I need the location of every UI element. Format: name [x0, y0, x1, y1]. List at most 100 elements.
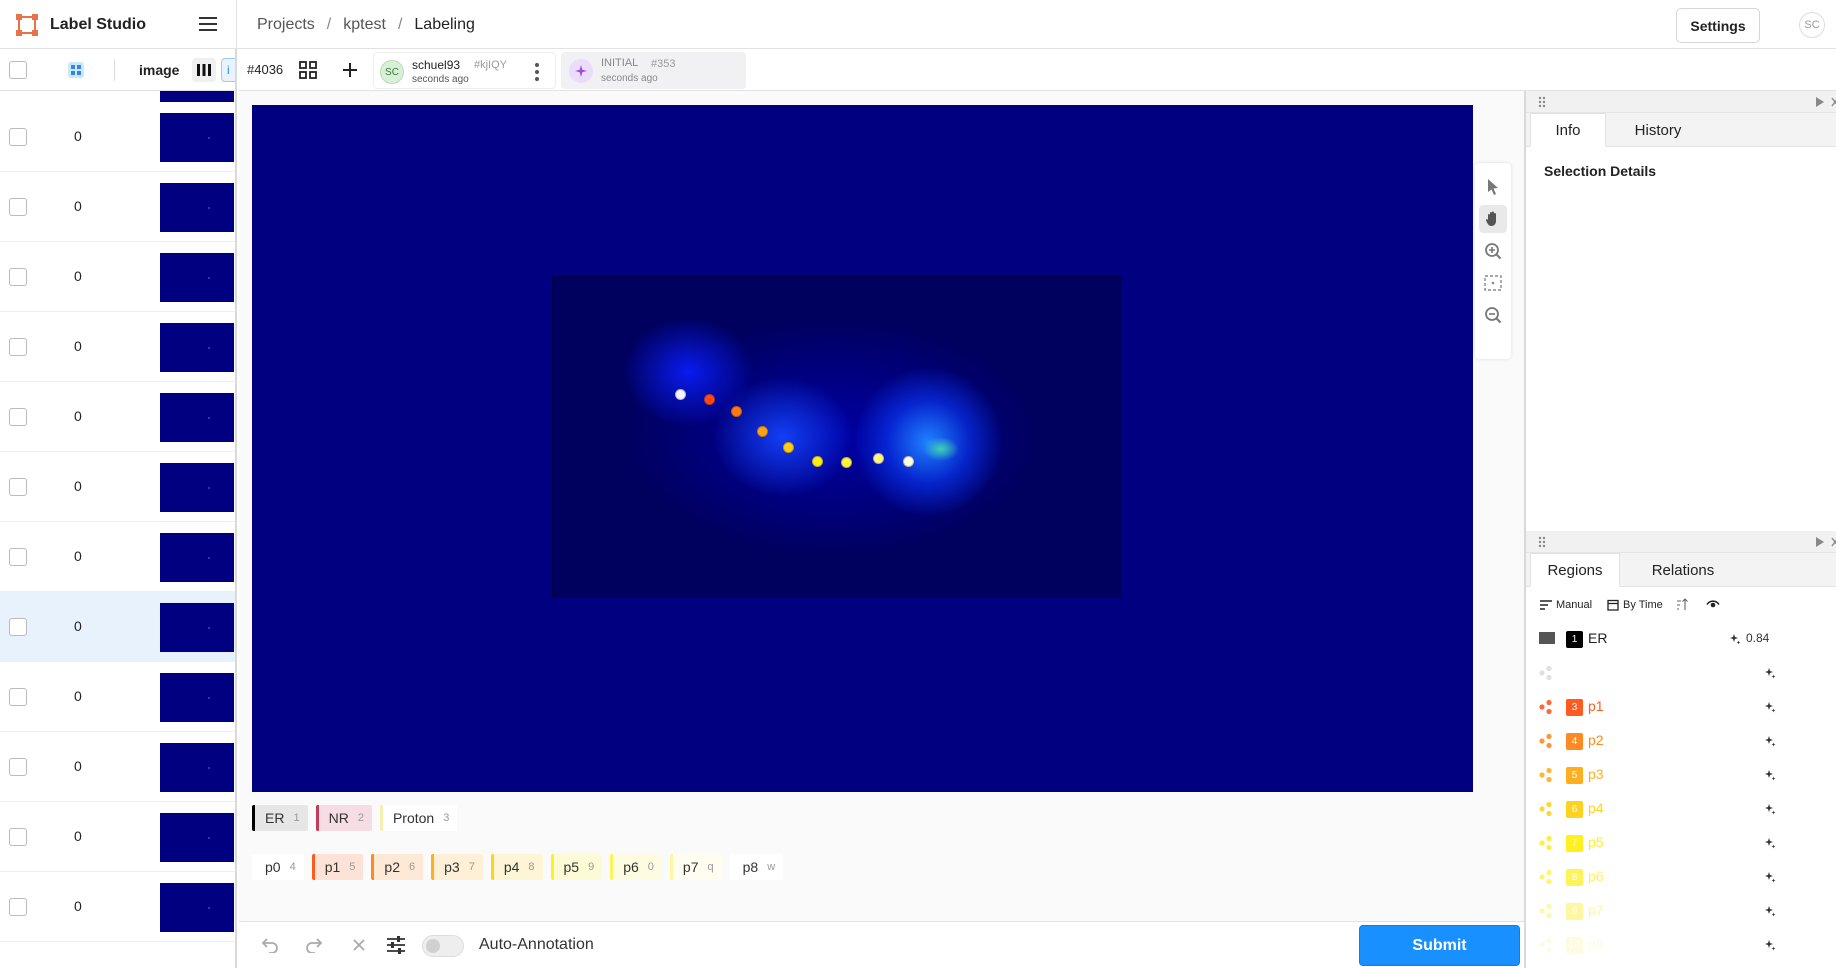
- order-by-time[interactable]: By Time: [1623, 599, 1663, 611]
- keypoint-p1[interactable]: [704, 394, 715, 405]
- row-checkbox[interactable]: [9, 898, 27, 916]
- tab-regions[interactable]: Regions: [1530, 553, 1620, 587]
- user-avatar[interactable]: SC: [1799, 12, 1825, 38]
- keypoint-p8[interactable]: [903, 456, 914, 467]
- breadcrumb-projects[interactable]: Projects: [257, 16, 315, 34]
- keypoint-p3[interactable]: [757, 426, 768, 437]
- label-chip-p2[interactable]: p2 6: [371, 854, 424, 880]
- panel-header-drag[interactable]: [1526, 531, 1836, 553]
- eye-icon[interactable]: [1706, 600, 1720, 609]
- clear-icon[interactable]: [352, 938, 366, 952]
- drag-handle-icon[interactable]: [1538, 536, 1546, 548]
- row-checkbox[interactable]: [9, 408, 27, 426]
- hamburger-menu-icon[interactable]: [198, 14, 218, 34]
- table-row[interactable]: 0: [0, 172, 235, 242]
- annotation-tab[interactable]: SC schuel93 #kjIQY seconds ago: [373, 52, 556, 89]
- panel-header-drag[interactable]: [1526, 91, 1836, 113]
- label-chip-er[interactable]: ER 1: [252, 805, 308, 831]
- label-chip-p4[interactable]: p4 8: [490, 854, 543, 880]
- select-all-checkbox[interactable]: [9, 61, 27, 79]
- submit-button[interactable]: Submit: [1359, 925, 1520, 966]
- close-panel-icon[interactable]: [1831, 537, 1836, 547]
- row-checkbox[interactable]: [9, 268, 27, 286]
- auto-annotation-toggle[interactable]: [422, 935, 464, 957]
- keypoint-p4[interactable]: [783, 442, 794, 453]
- region-item[interactable]: 9 p7: [1526, 894, 1836, 928]
- table-row[interactable]: 0: [0, 452, 235, 522]
- heatmap-region[interactable]: [552, 276, 1122, 598]
- region-item[interactable]: [1526, 656, 1836, 690]
- collapse-panel-icon[interactable]: [1816, 97, 1824, 107]
- row-checkbox[interactable]: [9, 128, 27, 146]
- keypoint-p6[interactable]: [841, 457, 852, 468]
- table-row[interactable]: 0: [0, 872, 235, 942]
- row-checkbox[interactable]: [9, 478, 27, 496]
- sort-direction-icon[interactable]: [1676, 598, 1688, 611]
- table-row[interactable]: 0: [0, 732, 235, 802]
- zoom-to-fit-icon[interactable]: [1479, 269, 1507, 297]
- row-checkbox[interactable]: [9, 758, 27, 776]
- breadcrumb-project[interactable]: kptest: [343, 16, 386, 34]
- zoom-in-icon[interactable]: [1479, 237, 1507, 265]
- label-chip-p3[interactable]: p3 7: [431, 854, 483, 880]
- label-chip-p8[interactable]: p8 w: [729, 854, 784, 880]
- zoom-out-icon[interactable]: [1479, 301, 1507, 329]
- region-item[interactable]: 5 p3: [1526, 758, 1836, 792]
- grouping-manual[interactable]: Manual: [1556, 599, 1592, 611]
- settings-button[interactable]: Settings: [1676, 8, 1760, 43]
- label-hotkey: 9: [588, 861, 595, 873]
- table-row[interactable]: 0: [0, 312, 235, 382]
- settings-sliders-icon[interactable]: [386, 936, 406, 954]
- table-row[interactable]: 0: [0, 382, 235, 452]
- add-annotation-icon[interactable]: [341, 61, 359, 79]
- tab-relations[interactable]: Relations: [1622, 553, 1744, 587]
- prediction-tab[interactable]: INITIAL #353 seconds ago: [561, 52, 746, 89]
- keypoint-p5[interactable]: [812, 456, 823, 467]
- region-item[interactable]: 7 p5: [1526, 826, 1836, 860]
- keypoint-p7[interactable]: [873, 453, 884, 464]
- grid-icon[interactable]: [299, 61, 317, 79]
- row-checkbox[interactable]: [9, 828, 27, 846]
- region-item[interactable]: 6 p4: [1526, 792, 1836, 826]
- keypoint-p0[interactable]: [675, 389, 686, 400]
- label-chip-p6[interactable]: p6 0: [610, 854, 662, 880]
- drag-handle-icon[interactable]: [1538, 96, 1546, 108]
- column-header-image[interactable]: image: [139, 62, 179, 78]
- row-checkbox[interactable]: [9, 618, 27, 636]
- region-item[interactable]: 1 ER 0.84: [1526, 622, 1836, 656]
- row-checkbox[interactable]: [9, 198, 27, 216]
- region-item[interactable]: 4 p2: [1526, 724, 1836, 758]
- label-chip-proton[interactable]: Proton 3: [379, 805, 458, 831]
- label-chip-nr[interactable]: NR 2: [315, 805, 372, 831]
- table-row[interactable]: 0: [0, 802, 235, 872]
- region-item[interactable]: 3 p1: [1526, 690, 1836, 724]
- collapse-panel-icon[interactable]: [1816, 537, 1824, 547]
- table-row[interactable]: 0: [0, 522, 235, 592]
- image-canvas[interactable]: [252, 105, 1473, 792]
- select-tool-icon[interactable]: [1479, 173, 1507, 201]
- row-checkbox[interactable]: [9, 338, 27, 356]
- table-row[interactable]: 0: [0, 592, 235, 662]
- label-chip-p7[interactable]: p7 q: [669, 854, 722, 880]
- grid-view-icon[interactable]: [68, 62, 84, 78]
- table-row[interactable]: 0: [0, 242, 235, 312]
- region-item[interactable]: 10 p8: [1526, 928, 1836, 962]
- row-checkbox[interactable]: [9, 548, 27, 566]
- info-toggle[interactable]: i: [221, 58, 235, 82]
- more-options-icon[interactable]: [534, 62, 540, 82]
- label-chip-p0[interactable]: p0 4: [252, 854, 304, 880]
- label-chip-p1[interactable]: p1 5: [311, 854, 364, 880]
- tab-info[interactable]: Info: [1530, 113, 1606, 147]
- pan-tool-icon[interactable]: [1479, 205, 1507, 233]
- table-row[interactable]: 0: [0, 662, 235, 732]
- table-row[interactable]: 0: [0, 102, 235, 172]
- keypoint-p2[interactable]: [731, 406, 742, 417]
- row-checkbox[interactable]: [9, 688, 27, 706]
- columns-toggle-icon[interactable]: [192, 58, 216, 82]
- close-panel-icon[interactable]: [1831, 97, 1836, 107]
- redo-icon[interactable]: [305, 937, 323, 953]
- label-chip-p5[interactable]: p5 9: [550, 854, 603, 880]
- region-item[interactable]: 8 p6: [1526, 860, 1836, 894]
- undo-icon[interactable]: [261, 937, 279, 953]
- tab-history[interactable]: History: [1608, 113, 1708, 147]
